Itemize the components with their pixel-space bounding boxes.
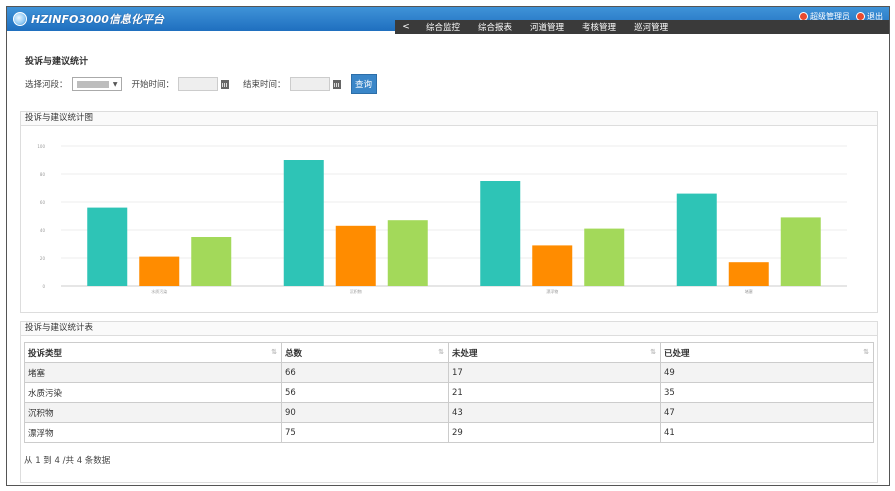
chart-panel-title: 投诉与建议统计图 bbox=[21, 112, 877, 126]
table-panel: 投诉与建议统计表 投诉类型 ⇅ 总数 ⇅ 未处理 ⇅ 已处理 ⇅ 堵塞 66 17 49 bbox=[20, 321, 878, 483]
cell-handled: 49 bbox=[660, 362, 874, 383]
y-tick-label: 60 bbox=[40, 200, 46, 205]
chart-bar bbox=[480, 181, 521, 286]
nav-item-river[interactable]: 河道管理 bbox=[521, 21, 573, 33]
pagination-info: 从 1 到 4 /共 4 条数据 bbox=[24, 456, 111, 466]
bar-chart: 0 20 40 60 80 100 水质污染 沉积物 漂浮物 堵塞 bbox=[37, 144, 847, 294]
y-tick-label: 80 bbox=[40, 172, 46, 177]
query-button[interactable]: 查询 bbox=[350, 74, 377, 94]
page-title: 投诉与建议统计 bbox=[25, 57, 89, 67]
calendar-icon[interactable] bbox=[332, 79, 341, 89]
table-header-row: 投诉类型 ⇅ 总数 ⇅ 未处理 ⇅ 已处理 ⇅ bbox=[24, 342, 874, 363]
y-tick-label: 0 bbox=[42, 284, 45, 289]
sort-icon: ⇅ bbox=[650, 348, 656, 356]
col-header-type[interactable]: 投诉类型 ⇅ bbox=[24, 342, 282, 363]
cell-pending: 29 bbox=[448, 422, 661, 443]
cell-pending: 21 bbox=[448, 382, 661, 403]
sort-icon: ⇅ bbox=[438, 348, 444, 356]
table-row: 漂浮物 75 29 41 bbox=[24, 422, 874, 443]
nav-item-assessment[interactable]: 考核管理 bbox=[573, 21, 625, 33]
chart-bar bbox=[780, 217, 821, 286]
chart-bar bbox=[584, 228, 625, 286]
table-row: 水质污染 56 21 35 bbox=[24, 382, 874, 403]
chart-bar bbox=[676, 193, 717, 286]
table-panel-title: 投诉与建议统计表 bbox=[21, 322, 877, 336]
cell-type: 堵塞 bbox=[24, 362, 282, 383]
chart-bar bbox=[335, 225, 376, 286]
table-row: 堵塞 66 17 49 bbox=[24, 362, 874, 383]
y-tick-label: 100 bbox=[37, 144, 45, 149]
nav-item-reports[interactable]: 综合报表 bbox=[469, 21, 521, 33]
chart-bar bbox=[532, 245, 573, 286]
end-time-label: 结束时间： bbox=[243, 80, 286, 90]
start-time-input[interactable] bbox=[178, 77, 219, 91]
chart-bar bbox=[387, 220, 428, 286]
start-time-label: 开始时间： bbox=[131, 80, 175, 90]
x-tick-label: 漂浮物 bbox=[546, 288, 558, 294]
cell-type: 漂浮物 bbox=[24, 422, 282, 443]
cell-total: 56 bbox=[281, 382, 449, 403]
col-header-handled[interactable]: 已处理 ⇅ bbox=[660, 342, 874, 363]
cell-handled: 47 bbox=[660, 402, 874, 423]
filter-bar: 选择河段： ▼ 开始时间： 结束时间： 查询 bbox=[25, 74, 377, 94]
cell-type: 沉积物 bbox=[24, 402, 282, 423]
chart-bar bbox=[191, 237, 232, 286]
chart-bar bbox=[139, 256, 180, 286]
app-window: HZINFO3000信息化平台 超级管理员 退出 < 综合监控 综合报表 河道管… bbox=[6, 6, 890, 486]
logo-text: HZINFO3000信息化平台 bbox=[31, 13, 164, 26]
main-nav: < 综合监控 综合报表 河道管理 考核管理 巡河管理 bbox=[395, 20, 889, 34]
stats-table: 投诉类型 ⇅ 总数 ⇅ 未处理 ⇅ 已处理 ⇅ 堵塞 66 17 49 水质污染 56 … bbox=[24, 342, 874, 443]
chart-bar bbox=[87, 207, 128, 286]
river-label: 选择河段： bbox=[25, 80, 68, 90]
cell-total: 66 bbox=[281, 362, 449, 383]
river-select[interactable]: ▼ bbox=[71, 77, 122, 91]
cell-pending: 43 bbox=[448, 402, 661, 423]
sort-icon: ⇅ bbox=[271, 348, 277, 356]
sort-icon: ⇅ bbox=[863, 348, 869, 356]
logo-icon bbox=[13, 12, 27, 26]
logo: HZINFO3000信息化平台 bbox=[13, 9, 164, 29]
cell-handled: 35 bbox=[660, 382, 874, 403]
cell-type: 水质污染 bbox=[24, 382, 282, 403]
chart-bar bbox=[283, 160, 324, 286]
y-tick-label: 20 bbox=[40, 256, 46, 261]
x-tick-label: 沉积物 bbox=[350, 288, 362, 294]
chevron-down-icon: ▼ bbox=[112, 80, 118, 88]
nav-item-patrol[interactable]: 巡河管理 bbox=[625, 21, 677, 33]
cell-handled: 41 bbox=[660, 422, 874, 443]
table-row: 沉积物 90 43 47 bbox=[24, 402, 874, 423]
masked-value bbox=[76, 81, 109, 88]
y-tick-label: 40 bbox=[40, 228, 46, 233]
chart-panel: 投诉与建议统计图 0 20 40 60 80 100 水质污染 沉积物 漂浮物 堵塞 bbox=[20, 111, 878, 313]
end-time-input[interactable] bbox=[289, 77, 330, 91]
x-tick-label: 堵塞 bbox=[745, 288, 753, 294]
chart-bar bbox=[728, 262, 769, 286]
nav-back-button[interactable]: < bbox=[395, 22, 417, 32]
calendar-icon[interactable] bbox=[221, 79, 230, 89]
cell-total: 90 bbox=[281, 402, 449, 423]
cell-total: 75 bbox=[281, 422, 449, 443]
nav-item-monitor[interactable]: 综合监控 bbox=[417, 21, 469, 33]
col-header-total[interactable]: 总数 ⇅ bbox=[281, 342, 449, 363]
cell-pending: 17 bbox=[448, 362, 661, 383]
col-header-pending[interactable]: 未处理 ⇅ bbox=[448, 342, 661, 363]
x-tick-label: 水质污染 bbox=[151, 288, 167, 294]
